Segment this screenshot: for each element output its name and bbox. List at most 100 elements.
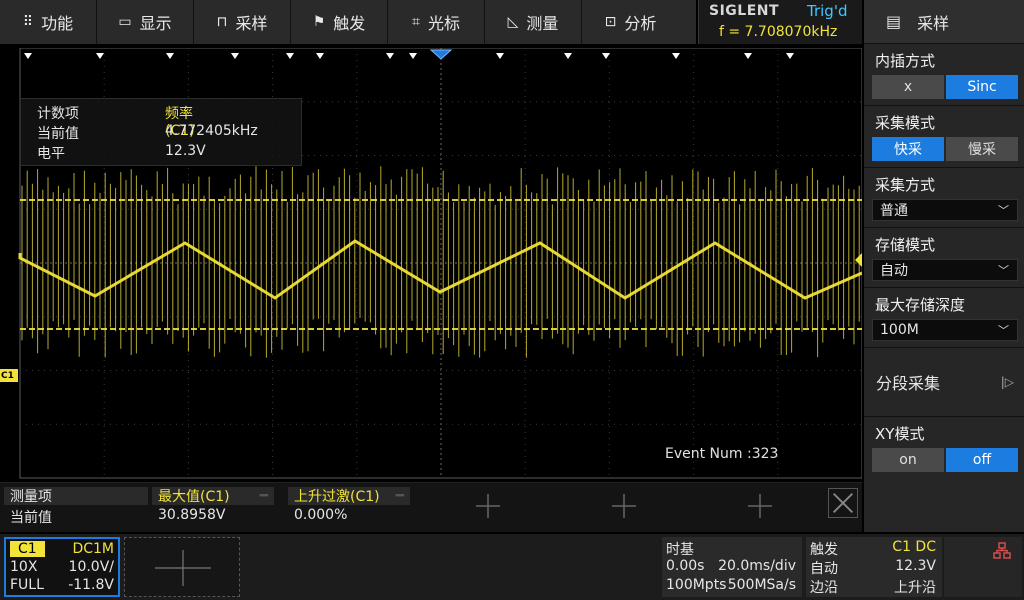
counter-overlay: 计数项 频率(C1) 当前值 4.772405kHz 电平 12.3V [20,98,302,166]
interp-x-option[interactable]: x [872,75,944,99]
timebase-row: 0.00s 20.0ms/div [666,558,798,577]
timebase-row: 100Mpts 500MSa/s [666,577,798,596]
menu-label: 光标 [427,14,460,33]
xy-toggle[interactable]: on off [872,448,1018,472]
menu-label: 分析 [624,14,657,33]
trigger-marker-icon [24,53,32,59]
trigger-marker-icon [231,53,239,59]
trigger-status: Trig'd [807,2,848,20]
ch1-row: FULL -11.8V [10,577,114,595]
ch1-row: C1 DC1M [10,541,114,559]
trigger-marker-icon [496,53,504,59]
add-measure-plus-icon[interactable] [740,491,780,521]
max-depth-value: 100M [880,322,919,338]
measure-item-header: 上升过激(C1) ━ [288,487,410,505]
measure-item-overshoot[interactable]: 上升过激(C1) ━ 0.000% [288,487,410,525]
menu-label: 触发 [333,14,366,33]
measure-name: 最大值(C1) [158,489,230,505]
trigger-flag-icon: ⚑ [312,14,326,30]
trigger-type: 边沿 [810,580,838,596]
xy-off-option[interactable]: off [946,448,1018,472]
acq-type-dropdown[interactable]: 普通 ﹀ [872,199,1018,221]
status-bar: C1 DC1M 10X 10.0V/ FULL -11.8V 时基 0.00s 2… [0,534,1024,600]
timebase-info[interactable]: 时基 0.00s 20.0ms/div 100Mpts 500MSa/s [662,537,802,597]
channel1-info[interactable]: C1 DC1M 10X 10.0V/ FULL -11.8V [4,537,120,597]
menu-label: 采样 [235,14,268,33]
display-icon: ▭ [118,14,132,30]
ch1-name: C1 [10,541,45,557]
panel-title: 采样 [917,13,950,33]
xy-on-option[interactable]: on [872,448,944,472]
sample-icon: ⊓ [216,14,228,30]
chevron-down-icon: ﹀ [998,204,1009,217]
cursor-icon: ⌗ [412,14,420,30]
add-channel-slot[interactable] [124,537,240,597]
acq-mode-label: 采集模式 [875,114,936,132]
trigger-marker-icon [409,53,417,59]
menu-measure[interactable]: ◺ 测量 [485,0,582,44]
minus-icon: ━ [395,488,404,504]
menu-label: 测量 [526,14,559,33]
trigger-marker-icon [744,53,752,59]
mem-mode-section: 存储模式 自动 ﹀ [864,228,1024,288]
network-icon[interactable] [944,537,1022,597]
trigger-marker-icon [602,53,610,59]
trigger-marker-icon [316,53,324,59]
acq-mode-section: 采集模式 快采 慢采 [864,106,1024,168]
acq-slow-option[interactable]: 慢采 [946,137,1018,161]
mem-mode-dropdown[interactable]: 自动 ﹀ [872,259,1018,281]
ch1-probe: 10X [10,559,38,575]
panel-header[interactable]: ▤ 采样 [864,0,1024,44]
max-depth-dropdown[interactable]: 100M ﹀ [872,319,1018,341]
segmented-acq-label: 分段采集 [876,374,941,393]
plus-icon [155,550,211,586]
measure-value: 30.8958V [158,507,226,523]
interp-section: 内插方式 x Sinc [864,44,1024,106]
ch1-offset: -11.8V [68,577,114,593]
trigger-info[interactable]: 触发 C1 DC 自动 12.3V 边沿 上升沿 [806,537,942,597]
counter-level-label: 电平 [37,146,65,162]
acq-type-value: 普通 [880,203,908,219]
counter-item-label: 计数项 [37,106,79,122]
menu-grid[interactable]: ⠿ 功能 [0,0,97,44]
measure-value: 0.000% [294,507,348,523]
acq-mode-toggle[interactable]: 快采 慢采 [872,137,1018,161]
timebase-title: 时基 [666,542,694,558]
measure-name: 上升过激(C1) [294,489,380,505]
timebase-rate: 500MSa/s [727,577,796,593]
submenu-arrow-icon: |▷ [1000,375,1014,389]
waveform-display[interactable]: 计数项 频率(C1) 当前值 4.772405kHz 电平 12.3V Even… [0,48,862,480]
menu-cursor[interactable]: ⌗ 光标 [388,0,485,44]
brand-status-box: SIGLENT Trig'd f = 7.708070kHz [698,0,862,44]
sample-doc-icon: ▤ [886,12,902,31]
menu-display[interactable]: ▭ 显示 [97,0,194,44]
interp-sinc-option[interactable]: Sinc [946,75,1018,99]
channel-offset-marker[interactable]: C1 [0,369,18,382]
trigger-slope: 上升沿 [894,580,936,596]
measurement-bar: 测量项 当前值 最大值(C1) ━ 30.8958V 上升过激(C1) ━ 0.00… [0,482,862,532]
acq-fast-option[interactable]: 快采 [872,137,944,161]
ch1-bw: FULL [10,577,44,593]
brand-logo: SIGLENT [709,3,780,19]
analyze-icon: ⊡ [604,14,617,30]
menu-analyze[interactable]: ⊡ 分析 [582,0,679,44]
close-icon[interactable] [828,488,858,518]
grid-icon: ⠿ [22,14,34,30]
menu-trigger-flag[interactable]: ⚑ 触发 [291,0,388,44]
segmented-acq-item[interactable]: 分段采集 |▷ [864,348,1024,417]
add-measure-plus-icon[interactable] [468,491,508,521]
max-depth-section: 最大存储深度 100M ﹀ [864,288,1024,348]
add-measure-plus-icon[interactable] [604,491,644,521]
trigger-marker-icon [564,53,572,59]
measure-item-max[interactable]: 最大值(C1) ━ 30.8958V [152,487,274,525]
menu-sample[interactable]: ⊓ 采样 [194,0,291,44]
measure-item-header: 最大值(C1) ━ [152,487,274,505]
chevron-down-icon: ﹀ [998,324,1009,337]
sample-settings-panel: ▤ 采样 内插方式 x Sinc 采集模式 快采 慢采 采集方式 普通 ﹀ 存储… [864,0,1024,532]
interp-toggle[interactable]: x Sinc [872,75,1018,99]
trigger-marker-icon [672,53,680,59]
measure-icon: ◺ [507,14,519,30]
acq-type-section: 采集方式 普通 ﹀ [864,168,1024,228]
measure-header-label: 测量项 [4,487,148,505]
counter-current-value: 4.772405kHz [165,123,258,139]
